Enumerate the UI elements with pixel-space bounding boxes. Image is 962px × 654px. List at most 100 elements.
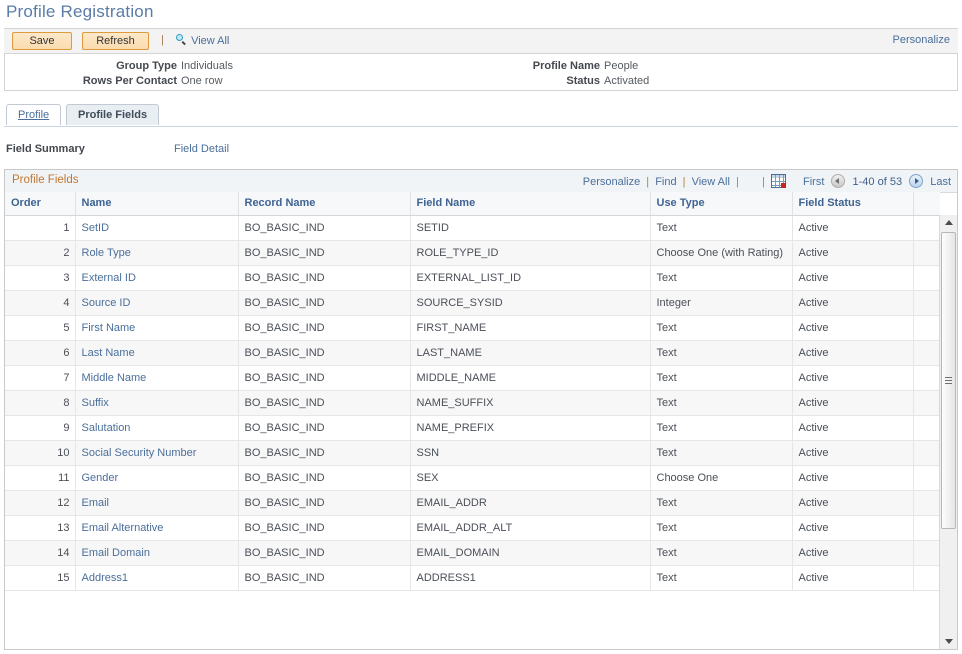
cell-field-name: MIDDLE_NAME [410, 366, 650, 391]
profile-registration-page: Profile Registration Save Refresh | View… [0, 0, 962, 654]
profile-fields-table: Order Name Record Name Field Name Use Ty… [5, 192, 940, 591]
scrollbar-thumb[interactable] [941, 232, 956, 529]
cell-order: 7 [5, 366, 75, 391]
refresh-button[interactable]: Refresh [82, 32, 149, 50]
field-name-link[interactable]: Role Type [82, 247, 131, 259]
grid-nav-bar: Personalize | Find | View All | | First … [583, 174, 951, 188]
field-summary-label: Field Summary [6, 143, 85, 155]
cell-field-status: Active [792, 416, 913, 441]
cell-use-type: Text [650, 216, 792, 241]
grid-body: Order Name Record Name Field Name Use Ty… [5, 192, 940, 649]
table-header-row: Order Name Record Name Field Name Use Ty… [5, 192, 940, 216]
cell-use-type: Text [650, 366, 792, 391]
cell-record-name: BO_BASIC_IND [238, 266, 410, 291]
grid-vertical-scrollbar[interactable] [939, 215, 957, 649]
cell-order: 9 [5, 416, 75, 441]
field-name-link[interactable]: SetID [82, 222, 110, 234]
cell-spacer [913, 216, 940, 241]
cell-field-name: EMAIL_DOMAIN [410, 541, 650, 566]
personalize-link[interactable]: Personalize [893, 34, 950, 46]
tab-profile-fields-label: Profile Fields [78, 109, 147, 121]
tab-profile[interactable]: Profile [6, 104, 61, 125]
cell-field-name: LAST_NAME [410, 341, 650, 366]
cell-field-status: Active [792, 291, 913, 316]
cell-name: Middle Name [75, 366, 238, 391]
scroll-up-arrow-icon[interactable] [940, 215, 957, 230]
cell-field-name: ADDRESS1 [410, 566, 650, 591]
table-row: 5First NameBO_BASIC_INDFIRST_NAMETextAct… [5, 316, 940, 341]
field-name-link[interactable]: First Name [82, 322, 136, 334]
cell-order: 15 [5, 566, 75, 591]
cell-name: External ID [75, 266, 238, 291]
cell-field-name: SEX [410, 466, 650, 491]
column-header-record-name[interactable]: Record Name [238, 192, 410, 216]
pager-range-label: 1-40 of 53 [853, 176, 903, 188]
cell-name: Role Type [75, 241, 238, 266]
grid-find-link[interactable]: Find [655, 176, 676, 188]
field-name-link[interactable]: Social Security Number [82, 447, 197, 459]
table-row: 14Email DomainBO_BASIC_INDEMAIL_DOMAINTe… [5, 541, 940, 566]
grid-nav-sep-4: | [762, 176, 765, 188]
cell-field-name: SOURCE_SYSID [410, 291, 650, 316]
cell-use-type: Integer [650, 291, 792, 316]
table-row: 7Middle NameBO_BASIC_INDMIDDLE_NAMETextA… [5, 366, 940, 391]
scroll-down-arrow-icon[interactable] [940, 634, 957, 649]
next-page-arrow-icon[interactable] [909, 174, 923, 188]
cell-use-type: Text [650, 316, 792, 341]
grid-view-all-link[interactable]: View All [692, 176, 730, 188]
pager-last-link[interactable]: Last [930, 176, 951, 188]
field-name-link[interactable]: Source ID [82, 297, 131, 309]
cell-order: 4 [5, 291, 75, 316]
tab-profile-fields[interactable]: Profile Fields [66, 104, 159, 125]
field-name-link[interactable]: Email Alternative [82, 522, 164, 534]
field-name-link[interactable]: Suffix [82, 397, 109, 409]
table-row: 1SetIDBO_BASIC_INDSETIDTextActive [5, 216, 940, 241]
spreadsheet-download-icon[interactable] [771, 174, 786, 188]
column-header-name[interactable]: Name [75, 192, 238, 216]
column-header-field-name[interactable]: Field Name [410, 192, 650, 216]
cell-record-name: BO_BASIC_IND [238, 541, 410, 566]
table-row: 11GenderBO_BASIC_INDSEXChoose OneActive [5, 466, 940, 491]
table-row: 12EmailBO_BASIC_INDEMAIL_ADDRTextActive [5, 491, 940, 516]
cell-field-status: Active [792, 366, 913, 391]
field-name-link[interactable]: Email Domain [82, 547, 150, 559]
field-name-link[interactable]: Email [82, 497, 110, 509]
page-toolbar: Save Refresh | View All Personalize [4, 28, 958, 54]
field-name-link[interactable]: Middle Name [82, 372, 147, 384]
table-row: 15Address1BO_BASIC_INDADDRESS1TextActive [5, 566, 940, 591]
field-name-link[interactable]: Address1 [82, 572, 128, 584]
cell-spacer [913, 316, 940, 341]
cell-name: Source ID [75, 291, 238, 316]
previous-page-arrow-icon[interactable] [831, 174, 845, 188]
status-label: Status [385, 75, 600, 87]
page-title: Profile Registration [6, 0, 154, 24]
pager-first-link[interactable]: First [803, 176, 824, 188]
cell-record-name: BO_BASIC_IND [238, 416, 410, 441]
cell-spacer [913, 516, 940, 541]
column-header-use-type[interactable]: Use Type [650, 192, 792, 216]
cell-order: 13 [5, 516, 75, 541]
cell-field-status: Active [792, 241, 913, 266]
grid-personalize-link[interactable]: Personalize [583, 176, 640, 188]
rows-per-contact-value: One row [181, 75, 223, 87]
save-button[interactable]: Save [12, 32, 72, 50]
field-name-link[interactable]: Gender [82, 472, 119, 484]
cell-spacer [913, 416, 940, 441]
cell-name: First Name [75, 316, 238, 341]
field-name-link[interactable]: External ID [82, 272, 136, 284]
cell-spacer [913, 366, 940, 391]
cell-record-name: BO_BASIC_IND [238, 516, 410, 541]
view-all-link[interactable]: View All [176, 34, 229, 47]
cell-use-type: Text [650, 416, 792, 441]
cell-spacer [913, 541, 940, 566]
cell-field-status: Active [792, 391, 913, 416]
field-name-link[interactable]: Salutation [82, 422, 131, 434]
cell-spacer [913, 391, 940, 416]
column-header-order[interactable]: Order [5, 192, 75, 216]
field-detail-link[interactable]: Field Detail [174, 143, 229, 155]
field-name-link[interactable]: Last Name [82, 347, 135, 359]
column-header-field-status[interactable]: Field Status [792, 192, 913, 216]
table-row: 6Last NameBO_BASIC_INDLAST_NAMETextActiv… [5, 341, 940, 366]
cell-use-type: Text [650, 566, 792, 591]
cell-field-status: Active [792, 341, 913, 366]
